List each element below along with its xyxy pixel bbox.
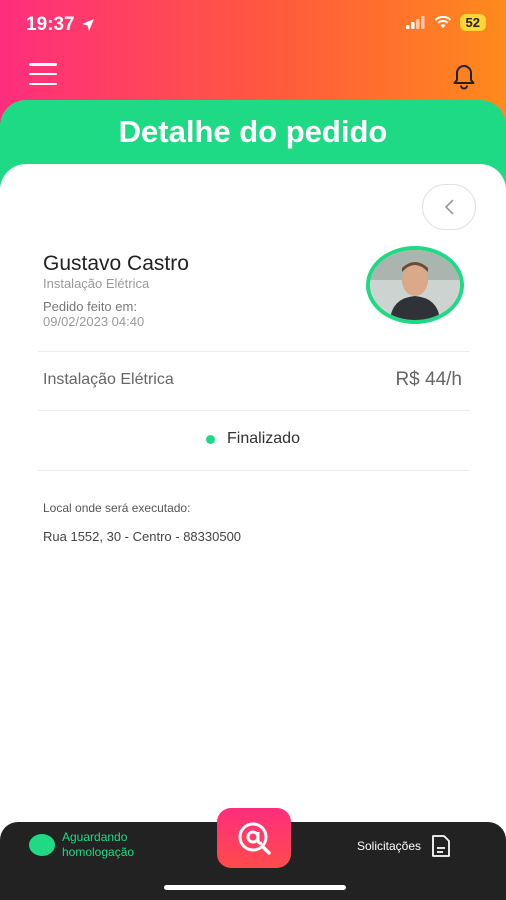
avatar-photo	[370, 250, 460, 320]
order-date: 09/02/2023 04:40	[43, 314, 145, 329]
location-value: Rua 1552, 30 - Centro - 88330500	[43, 529, 242, 544]
document-icon	[432, 835, 450, 857]
service-name: Instalação Elétrica	[43, 371, 174, 388]
nav-requests[interactable]: Solicitações	[357, 834, 452, 858]
chevron-left-icon	[444, 199, 454, 215]
status-bar-right: 52	[405, 14, 486, 31]
service-price: R$ 44/h	[395, 369, 462, 390]
location-arrow-icon	[81, 19, 94, 31]
divider	[38, 410, 470, 411]
divider	[38, 351, 470, 352]
nav-awaiting-label: Aguardando homologação	[62, 830, 135, 859]
menu-icon	[29, 63, 57, 66]
signal-icon	[405, 16, 425, 29]
bell-icon[interactable]	[450, 60, 478, 90]
home-indicator	[164, 885, 346, 890]
center-action-button[interactable]	[217, 808, 291, 868]
battery-indicator: 52	[459, 14, 486, 31]
order-date-label: Pedido feito em:	[43, 299, 137, 314]
status-dot	[206, 434, 216, 444]
status-text: Finalizado	[227, 430, 300, 447]
provider-avatar	[366, 246, 464, 324]
menu-button[interactable]	[29, 63, 57, 85]
nav-awaiting-approval[interactable]: Aguardando homologação	[29, 830, 162, 860]
back-button[interactable]	[422, 184, 476, 230]
status-dot-icon	[29, 834, 55, 856]
location-label: Local onde será executado:	[43, 501, 191, 515]
order-status: Finalizado	[0, 430, 506, 448]
service-subtitle: Instalação Elétrica	[43, 276, 150, 291]
at-search-icon	[238, 822, 271, 855]
nav-requests-label: Solicitações	[356, 839, 421, 853]
provider-name: Gustavo Castro	[43, 252, 189, 275]
status-bar-time: 19:37	[26, 14, 95, 36]
wifi-icon	[434, 16, 451, 28]
page-title: Detalhe do pedido	[118, 114, 388, 149]
status-time-text: 19:37	[26, 14, 75, 35]
divider	[38, 470, 470, 471]
